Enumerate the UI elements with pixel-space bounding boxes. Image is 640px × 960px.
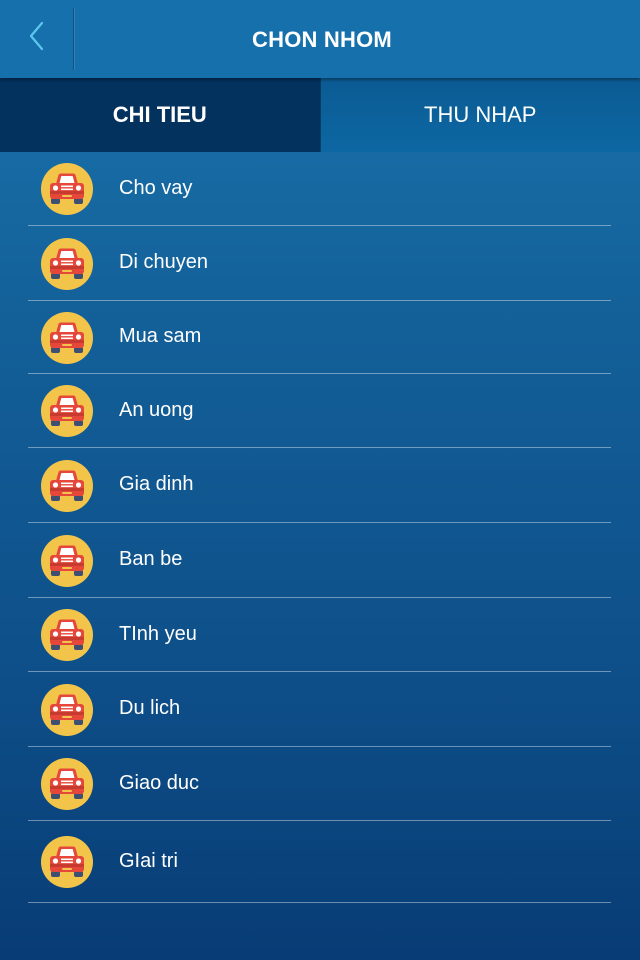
- list-divider: [28, 902, 611, 903]
- tab-chi-tieu[interactable]: CHI TIEU: [0, 78, 320, 152]
- car-icon: [41, 836, 93, 888]
- list-item-gia-dinh[interactable]: Gia dinh: [0, 448, 640, 523]
- list-item-label: TInh yeu: [119, 623, 197, 645]
- list-item-label: Giao duc: [119, 772, 200, 794]
- list-item-label: Ban be: [119, 548, 183, 570]
- list-item-giai-tri[interactable]: GIai tri: [0, 821, 640, 903]
- app-header: CHON NHOM: [0, 0, 640, 78]
- list-item-du-lich[interactable]: Du lich: [0, 672, 640, 747]
- car-icon: [41, 460, 93, 512]
- tab-thu-nhap[interactable]: THU NHAP: [319, 78, 640, 152]
- car-icon: [41, 684, 93, 736]
- car-icon: [41, 238, 93, 290]
- list-item-mua-sam[interactable]: Mua sam: [0, 301, 640, 374]
- list-item-label: Mua sam: [119, 325, 202, 347]
- list-item-tinh-yeu[interactable]: TInh yeu: [0, 598, 640, 672]
- car-icon: [41, 163, 93, 215]
- car-icon: [41, 609, 93, 661]
- list-item-label: Cho vay: [119, 177, 193, 199]
- list-item-label: Gia dinh: [119, 473, 194, 495]
- list-item-di-chuyen[interactable]: Di chuyen: [0, 226, 640, 301]
- car-icon: [41, 535, 93, 587]
- car-icon: [41, 758, 93, 810]
- list-item-cho-vay[interactable]: Cho vay: [0, 152, 640, 226]
- car-icon: [41, 385, 93, 437]
- car-icon: [41, 312, 93, 364]
- tab-bar: CHI TIEU THU NHAP: [0, 78, 640, 152]
- list-item-label: GIai tri: [119, 850, 178, 872]
- list-item-ban-be[interactable]: Ban be: [0, 523, 640, 598]
- category-list: Cho vay Di chuyen Mua sam An uong Gia di…: [0, 152, 640, 903]
- page-title: CHON NHOM: [252, 27, 392, 52]
- list-item-label: Di chuyen: [119, 251, 208, 273]
- list-item-giao-duc[interactable]: Giao duc: [0, 747, 640, 821]
- list-item-an-uong[interactable]: An uong: [0, 374, 640, 448]
- list-item-label: Du lich: [119, 697, 181, 719]
- list-item-label: An uong: [119, 399, 194, 421]
